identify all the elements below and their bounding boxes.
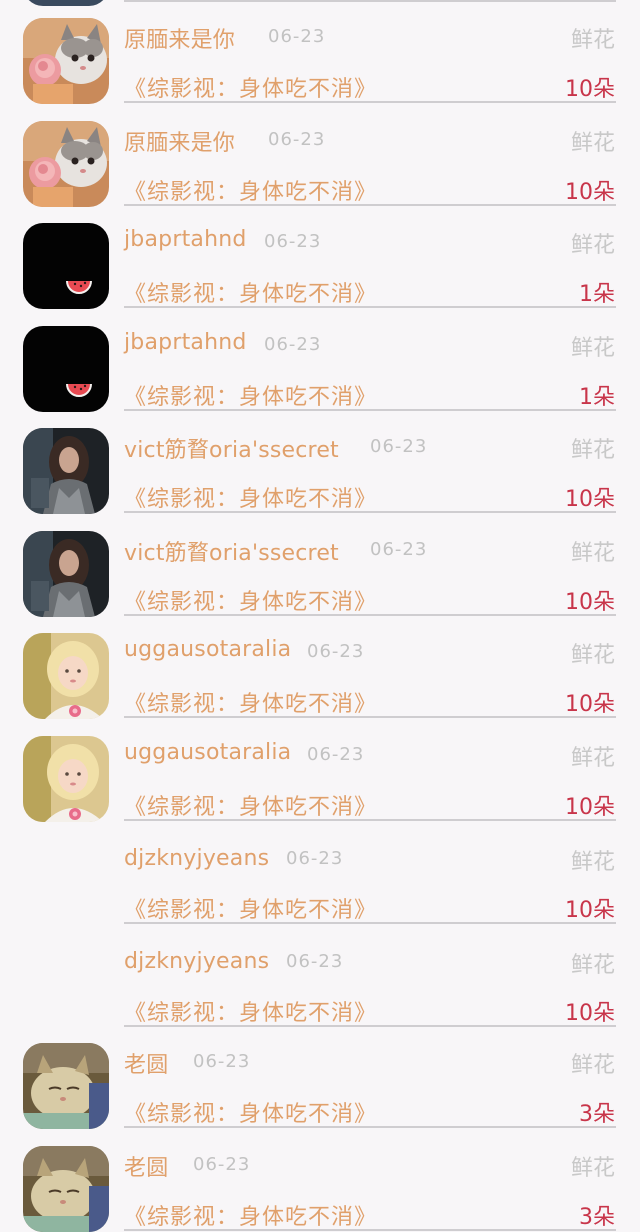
gift-type: 鲜花 [570,130,615,156]
gift-type: 鲜花 [570,233,615,258]
book-title[interactable]: 《综影视：身体吃不消》 [124,1096,377,1128]
avatar[interactable] [23,633,109,719]
sleeping-cat-icon [23,1043,109,1129]
date: 06-23 [193,1051,251,1072]
avatar[interactable] [23,325,109,412]
user-name[interactable]: vict筋瞀oria'ssecret [124,535,339,567]
gift-count: 10朵 [565,794,615,820]
gift-count: 10朵 [565,77,615,102]
user-name[interactable]: 原腼来是你 [124,22,235,54]
date: 06-23 [268,128,326,150]
book-title[interactable]: 《综影视：身体吃不消》 [124,276,377,308]
list-item[interactable]: uggausotaralia 06-23 鲜花 《综影视：身体吃不消》 10朵 [0,615,640,719]
date: 06-23 [286,848,344,869]
gift-type: 鲜花 [570,438,615,463]
date: 06-23 [307,641,365,662]
user-name[interactable]: jbaprtahnd [124,330,247,355]
child-with-flower-icon [23,735,109,822]
divider [124,1228,616,1231]
user-name[interactable]: 原腼来是你 [124,125,235,157]
woman-portrait-icon [23,428,109,514]
gift-type: 鲜花 [570,745,615,771]
date: 06-23 [286,950,344,972]
gift-count: 10朵 [565,898,615,923]
user-name[interactable]: uggausotaralia [124,637,291,662]
book-title[interactable]: 《综影视：身体吃不消》 [124,995,377,1027]
book-title[interactable]: 《综影视：身体吃不消》 [124,481,377,513]
gift-type: 鲜花 [570,1155,615,1181]
user-name[interactable]: 老圆 [124,1047,168,1079]
gift-count: 10朵 [565,179,615,205]
date: 06-23 [268,26,326,47]
list-item[interactable]: jbaprtahnd 06-23 鲜花 《综影视：身体吃不消》 1朵 [0,205,640,309]
list-item[interactable]: vict筋瞀oria'ssecret 06-23 鲜花 《综影视：身体吃不消》 … [0,513,640,617]
date: 06-23 [193,1153,251,1175]
avatar[interactable] [23,223,109,309]
gift-count: 10朵 [565,487,615,512]
gift-count: 1朵 [579,384,615,410]
gift-count: 3朵 [579,1204,615,1230]
watermelon-icon [23,223,109,309]
book-title[interactable]: 《综影视：身体吃不消》 [124,584,377,616]
gift-count: 10朵 [565,1000,615,1026]
date: 06-23 [307,743,365,765]
avatar[interactable] [23,1043,109,1129]
book-title[interactable]: 《综影视：身体吃不消》 [124,379,377,411]
gift-count: 3朵 [579,1102,615,1127]
user-name[interactable]: 老圆 [124,1150,168,1182]
user-name[interactable]: uggausotaralia [124,740,291,765]
user-name[interactable]: vict筋瞀oria'ssecret [124,432,339,464]
cat-with-rose-icon [23,18,109,104]
gift-type: 鲜花 [570,540,615,566]
cat-with-rose-icon [23,120,109,207]
book-title[interactable]: 《综影视：身体吃不消》 [124,174,377,206]
list-item[interactable]: jbaprtahnd 06-23 鲜花 《综影视：身体吃不消》 1朵 [0,308,640,412]
user-name[interactable]: jbaprtahnd [124,227,247,252]
list-item[interactable]: 老圆 06-23 鲜花 《综影视：身体吃不消》 3朵 [0,1128,640,1232]
user-name[interactable]: djzknyjyeans [124,949,269,974]
list-item[interactable]: 原腼来是你 06-23 鲜花 《综影视：身体吃不消》 10朵 [0,103,640,207]
avatar[interactable] [23,18,109,104]
date: 06-23 [264,333,322,355]
sleeping-cat-icon [23,1145,109,1232]
list-item[interactable]: uggausotaralia 06-23 鲜花 《综影视：身体吃不消》 10朵 [0,718,640,822]
list-item[interactable]: 老圆 06-23 鲜花 《综影视：身体吃不消》 3朵 [0,1025,640,1129]
gift-type: 鲜花 [570,952,615,978]
list-item[interactable]: djzknyjyeans 06-23 鲜花 《综影视：身体吃不消》 10朵 [0,820,640,924]
gift-type: 鲜花 [570,1053,615,1078]
date: 06-23 [370,436,428,457]
gift-count: 1朵 [579,282,615,307]
gift-count: 10朵 [565,589,615,615]
avatar[interactable] [23,735,109,822]
list-item[interactable]: djzknyjyeans 06-23 鲜花 《综影视：身体吃不消》 10朵 [0,923,640,1027]
list-item[interactable]: vict筋瞀oria'ssecret 06-23 鲜花 《综影视：身体吃不消》 … [0,410,640,514]
gift-type: 鲜花 [570,643,615,668]
gift-type: 鲜花 [570,850,615,875]
avatar[interactable] [23,1145,109,1232]
gift-count: 10朵 [565,692,615,717]
avatar[interactable] [23,120,109,207]
gift-type: 鲜花 [570,28,615,53]
book-title[interactable]: 《综影视：身体吃不消》 [124,71,377,103]
book-title[interactable]: 《综影视：身体吃不消》 [124,892,377,924]
list-item[interactable]: 原腼来是你 06-23 鲜花 《综影视：身体吃不消》 10朵 [0,0,640,104]
user-name[interactable]: djzknyjyeans [124,846,269,871]
gift-type: 鲜花 [570,335,615,361]
date: 06-23 [264,231,322,252]
gift-record-list: 原腼来是你 06-23 鲜花 《综影视：身体吃不消》 10朵 原腼来是你 06-… [0,0,640,1232]
woman-portrait-icon [23,530,109,617]
watermelon-icon [23,325,109,412]
book-title[interactable]: 《综影视：身体吃不消》 [124,1199,377,1231]
book-title[interactable]: 《综影视：身体吃不消》 [124,686,377,718]
child-with-flower-icon [23,633,109,719]
avatar[interactable] [23,428,109,514]
book-title[interactable]: 《综影视：身体吃不消》 [124,789,377,821]
avatar[interactable] [23,530,109,617]
date: 06-23 [370,538,428,560]
